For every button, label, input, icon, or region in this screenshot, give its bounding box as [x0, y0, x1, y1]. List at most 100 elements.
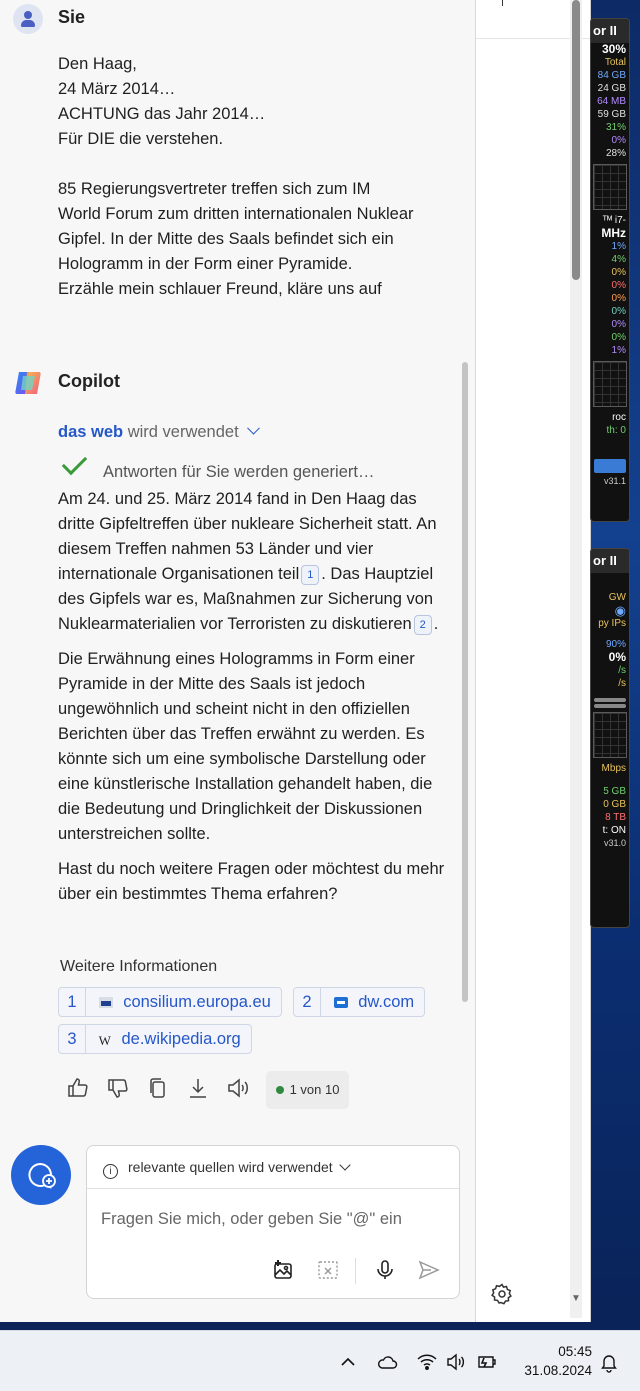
globe-icon: ◉ — [614, 603, 626, 618]
status-dot-icon — [275, 1086, 284, 1094]
source-link[interactable]: 1 consilium.europa.eu — [58, 987, 282, 1017]
gadget-value: 0% — [611, 280, 626, 291]
chat-composer: i relevante quellen wird verwendet Fragen… — [86, 1145, 460, 1299]
thumbs-down-icon — [108, 1079, 128, 1098]
message-line: Erzähle mein schlauer Freund, kläre uns … — [58, 280, 382, 298]
web-source-toggle[interactable]: das web wird verwendet — [58, 421, 261, 442]
gadget-value: 64 MB — [597, 96, 626, 107]
consilium-favicon-icon — [98, 997, 113, 1008]
network-button[interactable] — [416, 1351, 438, 1373]
gear-icon — [491, 1283, 512, 1305]
gadget-value: 31% — [605, 122, 626, 133]
add-image-button[interactable] — [271, 1258, 297, 1284]
gadget-value: MHz — [601, 226, 626, 240]
toolbar-divider — [355, 1258, 356, 1284]
response-paragraph: Hast du noch weitere Fragen oder möchtes… — [58, 860, 445, 903]
source-number: 3 — [59, 1025, 86, 1053]
background-window: ▼ — [470, 0, 591, 1322]
source-number: 1 — [59, 988, 86, 1016]
generating-text: Antworten für Sie werden generiert… — [103, 463, 375, 481]
gadget-value: py IPs — [598, 618, 626, 629]
source-mode-dropdown[interactable]: i relevante quellen wird verwendet — [87, 1146, 459, 1189]
new-chat-icon — [28, 1162, 56, 1189]
response-text: . — [433, 615, 439, 633]
core-graph — [593, 361, 627, 407]
gadget-value: 84 GB — [597, 70, 626, 81]
system-monitor-gadget-network: or II GW ◉ py IPs 90% 0% /s /s Mbps 5 GB… — [590, 548, 630, 928]
gadget-value: 8 TB — [605, 812, 626, 823]
message-line: World Forum zum dritten internationalen … — [58, 205, 414, 223]
screenshot-button[interactable] — [316, 1258, 342, 1284]
message-line: Gipfel. In der Mitte des Saals befindet … — [58, 230, 394, 248]
new-topic-button[interactable] — [11, 1145, 71, 1205]
citation-badge[interactable]: 1 — [301, 565, 320, 585]
thumbs-up-icon — [68, 1078, 88, 1097]
chat-scrollbar[interactable] — [462, 362, 468, 1002]
copy-button[interactable] — [146, 1076, 172, 1102]
pager-text: 1 von 10 — [289, 1082, 340, 1097]
system-monitor-gadget-cpu: or II 30% Total 84 GB 24 GB 64 MB 59 GB … — [590, 18, 630, 522]
scrollbar-thumb[interactable] — [572, 0, 580, 280]
settings-button[interactable] — [490, 1282, 516, 1308]
cpu-graph — [593, 164, 627, 210]
source-mode-label: relevante quellen wird verwendet — [128, 1159, 333, 1175]
cloud-icon — [378, 1356, 398, 1369]
download-icon — [190, 1079, 206, 1098]
speaker-icon — [447, 1353, 465, 1371]
thumbs-up-button[interactable] — [66, 1076, 92, 1102]
wifi-icon — [417, 1354, 437, 1370]
gadget-value: 0% — [611, 306, 626, 317]
taskbar: 05:45 31.08.2024 — [0, 1330, 640, 1391]
microphone-button[interactable] — [373, 1258, 399, 1284]
chat-input[interactable]: Fragen Sie mich, oder geben Sie "@" ein — [101, 1210, 402, 1229]
show-hidden-icons-button[interactable] — [337, 1351, 359, 1373]
gadget-value: 4% — [611, 254, 626, 265]
send-button[interactable] — [417, 1258, 443, 1284]
source-domain: consilium.europa.eu — [123, 993, 271, 1011]
response-pager: 1 von 10 — [266, 1071, 349, 1109]
message-line: 24 März 2014… — [58, 80, 176, 98]
gadget-buttons[interactable] — [594, 459, 626, 473]
copilot-name: Copilot — [58, 371, 120, 391]
message-line: Hologramm in der Form einer Pyramide. — [58, 255, 353, 273]
scroll-down-arrow-icon[interactable]: ▼ — [571, 1293, 581, 1304]
citation-badge[interactable]: 2 — [413, 615, 432, 635]
gadget-value: 0% — [611, 332, 626, 343]
gadget-title: or II — [591, 19, 629, 43]
gadget-value: 0% — [611, 293, 626, 304]
notifications-button[interactable] — [598, 1351, 620, 1373]
response-paragraph: Die Erwähnung eines Hologramms in Form e… — [58, 650, 433, 843]
gadget-value: 28% — [605, 148, 626, 159]
background-window-scrollbar[interactable]: ▼ — [570, 0, 582, 1318]
send-icon — [418, 1260, 440, 1280]
gadget-value: 5 GB — [603, 786, 626, 797]
onedrive-tray-button[interactable] — [376, 1351, 398, 1373]
web-rest: wird verwendet — [127, 423, 239, 441]
gadget-value: 0 GB — [603, 799, 626, 810]
speaker-icon — [228, 1078, 248, 1098]
volume-button[interactable] — [445, 1351, 467, 1373]
chevron-down-icon — [247, 421, 261, 435]
read-aloud-button[interactable] — [226, 1076, 252, 1102]
user-name: Sie — [58, 7, 86, 27]
gadget-value: /s — [618, 678, 626, 689]
more-info-heading: Weitere Informationen — [60, 958, 218, 975]
export-button[interactable] — [186, 1076, 212, 1102]
source-domain: de.wikipedia.org — [121, 1030, 241, 1048]
gadget-value: 59 GB — [597, 109, 626, 120]
info-icon: i — [103, 1164, 118, 1179]
message-line: Für DIE die verstehen. — [58, 130, 224, 148]
wikipedia-favicon-icon: W — [98, 1033, 111, 1048]
taskbar-clock[interactable]: 05:45 31.08.2024 — [510, 1342, 592, 1380]
gadget-value: roc — [612, 412, 626, 423]
message-line: ACHTUNG das Jahr 2014… — [58, 105, 266, 123]
thumbs-down-button[interactable] — [106, 1076, 132, 1102]
source-link[interactable]: 3 W de.wikipedia.org — [58, 1024, 252, 1054]
gadget-value: 30% — [601, 42, 626, 56]
checkmark-icon — [61, 449, 88, 476]
battery-icon — [478, 1356, 496, 1368]
gadget-value: Mbps — [601, 763, 626, 774]
battery-button[interactable] — [476, 1351, 498, 1373]
source-link[interactable]: 2 dw.com — [293, 987, 426, 1017]
gadget-bar — [594, 698, 626, 702]
